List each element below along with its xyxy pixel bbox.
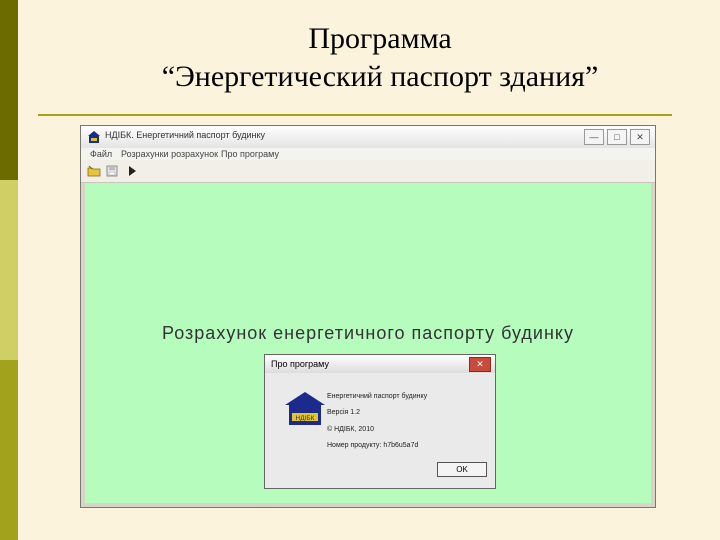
open-folder-icon[interactable]: [87, 164, 101, 178]
side-bar-segment-light: [0, 180, 18, 360]
run-arrow-icon[interactable]: [125, 164, 139, 178]
dialog-titlebar[interactable]: Про програму ✕: [265, 355, 495, 373]
about-dialog: Про програму ✕ НДІБК Енергетичний паспор…: [264, 354, 496, 489]
slide-title: Программа “Энергетический паспорт здания…: [40, 20, 720, 96]
menu-about[interactable]: Про програму: [221, 148, 279, 160]
ok-button[interactable]: OK: [437, 462, 487, 477]
save-disk-icon[interactable]: [105, 164, 119, 178]
menu-bar: Файл Розрахунки розрахунок Про програму: [81, 148, 655, 160]
title-divider: [38, 114, 672, 116]
menu-file[interactable]: Файл: [90, 148, 112, 160]
side-bar-segment-dark: [0, 0, 18, 180]
dialog-version: Версія 1.2: [327, 409, 360, 416]
window-titlebar[interactable]: НДІБК. Енергетичний паспорт будинку — □ …: [81, 126, 655, 148]
dialog-copyright: © НДІБК, 2010: [327, 426, 374, 433]
toolbar: [81, 160, 655, 183]
dialog-product-name: Енергетичний паспорт будинку: [327, 393, 428, 400]
slide-side-bar: [0, 0, 18, 540]
ndibk-logo-icon: НДІБК: [285, 392, 325, 425]
minimize-button[interactable]: —: [584, 129, 604, 145]
slide-title-line-1: Программа: [308, 22, 452, 55]
window-title: НДІБК. Енергетичний паспорт будинку: [105, 130, 266, 140]
close-window-button[interactable]: ✕: [630, 129, 650, 145]
slide-title-line-2: “Энергетический паспорт здания”: [161, 60, 599, 93]
side-bar-segment-mid: [0, 360, 18, 540]
menu-calculations[interactable]: Розрахунки розрахунок: [121, 148, 218, 160]
calculation-heading: Розрахунок енергетичного паспорту будинк…: [162, 323, 574, 343]
maximize-button[interactable]: □: [607, 129, 627, 145]
logo-text: НДІБК: [296, 415, 315, 422]
dialog-product-number: Номер продукту: h7b6u5a7d: [327, 442, 419, 449]
dialog-title: Про програму: [271, 359, 329, 369]
app-house-icon: [88, 131, 100, 143]
dialog-close-button[interactable]: ✕: [469, 357, 491, 372]
